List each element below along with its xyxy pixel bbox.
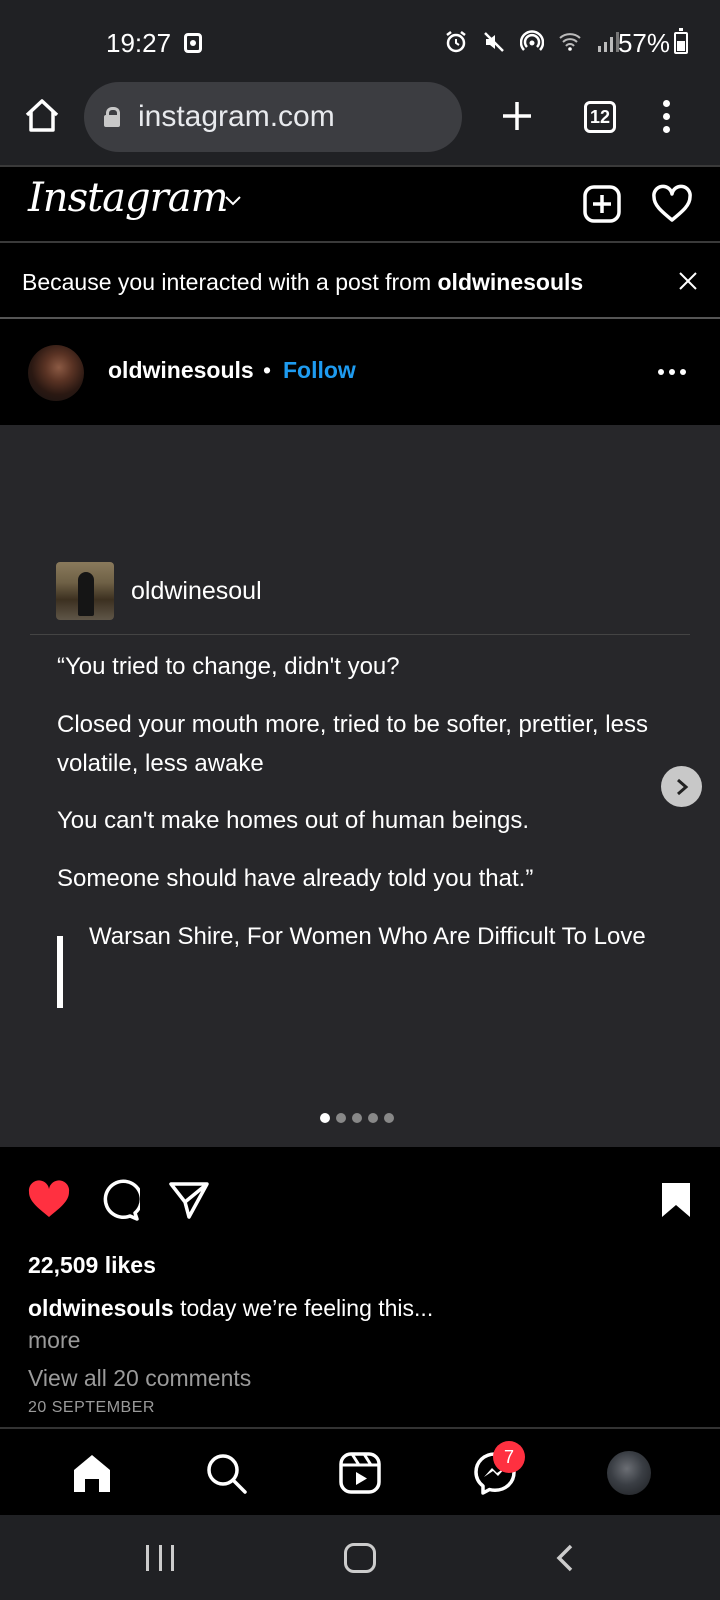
mute-icon — [484, 32, 504, 52]
blockquote-bar — [57, 936, 63, 1008]
browser-chrome: 19:27 57% instagram.com 12 — [0, 0, 720, 165]
quote-line: Someone should have already told you tha… — [57, 865, 534, 892]
follow-button[interactable]: Follow — [283, 357, 356, 384]
new-post-icon[interactable] — [582, 184, 622, 224]
url-text: instagram.com — [138, 100, 335, 133]
quote-line: “You tried to change, didn't you? — [57, 653, 400, 680]
more-link[interactable]: more — [28, 1327, 80, 1354]
signal-icon — [598, 32, 619, 52]
chevron-down-icon[interactable] — [224, 191, 242, 209]
search-icon[interactable] — [204, 1451, 248, 1495]
status-bar: 19:27 57% — [0, 0, 720, 80]
separator-dot: • — [263, 357, 272, 383]
view-comments-link[interactable]: View all 20 comments — [28, 1365, 251, 1392]
status-time: 19:27 — [106, 28, 172, 58]
carousel-dot — [368, 1113, 378, 1123]
status-icons — [444, 30, 620, 54]
bookmark-icon[interactable] — [660, 1181, 692, 1219]
messenger-badge: 7 — [493, 1441, 525, 1473]
likes-count[interactable]: 22,509 likes — [28, 1252, 156, 1279]
carousel-dot — [384, 1113, 394, 1123]
instagram-header: Instagram — [0, 165, 720, 243]
carousel-dot — [320, 1113, 330, 1123]
home-icon[interactable] — [70, 1451, 114, 1495]
comment-icon[interactable] — [98, 1179, 140, 1221]
address-bar[interactable]: instagram.com — [84, 82, 462, 152]
battery-icon — [674, 28, 688, 54]
browser-menu-icon[interactable] — [660, 100, 672, 134]
new-tab-icon[interactable] — [497, 96, 537, 136]
more-options-icon[interactable] — [658, 369, 686, 375]
heart-icon[interactable] — [651, 184, 693, 224]
share-icon[interactable] — [168, 1180, 210, 1220]
lock-icon — [104, 107, 120, 127]
recent-apps-icon[interactable] — [146, 1545, 174, 1571]
post-header: oldwinesouls • Follow — [0, 319, 720, 425]
hotspot-icon — [520, 30, 544, 51]
instagram-logo[interactable]: Instagram — [28, 175, 229, 221]
profile-avatar[interactable] — [607, 1451, 651, 1495]
post-date: 20 SEPTEMBER — [28, 1399, 155, 1416]
quote-card-username: oldwinesoul — [131, 577, 262, 605]
caption-text: today we’re feeling this... — [173, 1295, 434, 1321]
browser-home-icon[interactable] — [22, 96, 62, 136]
avatar[interactable] — [28, 345, 84, 401]
caption: oldwinesouls today we’re feeling this... — [28, 1295, 628, 1322]
quote-card-divider — [30, 634, 690, 635]
post-username[interactable]: oldwinesouls — [108, 357, 254, 384]
quote-line: You can't make homes out of human beings… — [57, 807, 529, 834]
carousel-dot — [336, 1113, 346, 1123]
carousel-indicator — [320, 1113, 394, 1123]
quote-line: Closed your mouth more, tried to be soft… — [57, 711, 648, 777]
system-home-icon[interactable] — [344, 1543, 376, 1573]
chevron-right-icon — [676, 778, 688, 795]
quote-card-avatar — [56, 562, 114, 620]
close-icon[interactable] — [678, 271, 698, 291]
suggestion-prefix: Because you interacted with a post from — [22, 269, 438, 295]
suggestion-banner: Because you interacted with a post from … — [0, 243, 720, 319]
battery-percent: 57% — [617, 28, 670, 58]
post-image[interactable]: oldwinesoul “You tried to change, didn't… — [0, 425, 720, 1147]
suggestion-text: Because you interacted with a post from … — [22, 269, 583, 296]
tab-switcher-button[interactable]: 12 — [584, 101, 616, 133]
bottom-nav: 7 — [0, 1427, 720, 1515]
suggestion-account[interactable]: oldwinesouls — [438, 269, 584, 295]
reels-icon[interactable] — [338, 1451, 382, 1495]
screen-record-icon — [184, 33, 202, 53]
caption-username[interactable]: oldwinesouls — [28, 1295, 174, 1321]
carousel-next-button[interactable] — [661, 766, 702, 807]
quote-attribution: Warsan Shire, For Women Who Are Difficul… — [89, 923, 646, 950]
back-icon[interactable] — [552, 1543, 578, 1573]
alarm-icon — [446, 31, 466, 53]
post-actions: 22,509 likes oldwinesouls today we’re fe… — [0, 1147, 720, 1427]
carousel-dot — [352, 1113, 362, 1123]
like-heart-icon[interactable] — [27, 1179, 71, 1219]
system-nav-bar — [0, 1515, 720, 1600]
wifi-icon — [559, 33, 581, 51]
